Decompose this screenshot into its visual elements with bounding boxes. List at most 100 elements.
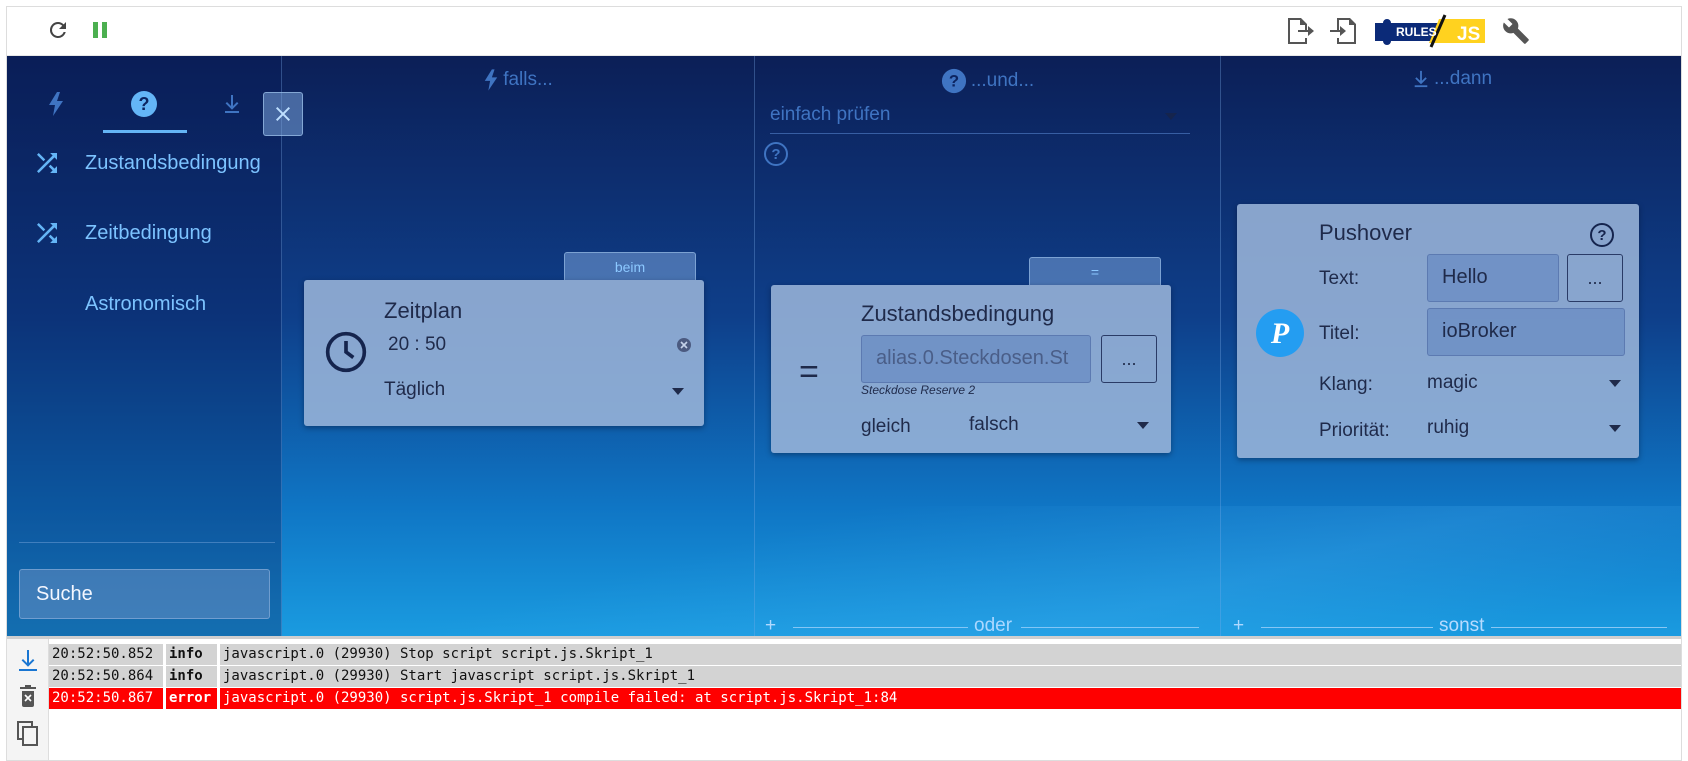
- time-input[interactable]: 20 : 50: [388, 334, 446, 356]
- pushover-logo: P: [1255, 308, 1305, 363]
- lightning-icon: [49, 92, 63, 116]
- clear-log-icon[interactable]: [13, 681, 43, 711]
- compare-value-select[interactable]: falsch: [969, 414, 1019, 436]
- import-icon[interactable]: [1327, 14, 1361, 48]
- svg-text:?: ?: [949, 72, 959, 91]
- footer-sonst-label: sonst: [1439, 615, 1485, 636]
- sidebar-divider: [19, 542, 275, 543]
- log-panel: 20:52:50.852 info javascript.0 (29930) S…: [7, 636, 1681, 760]
- sidebar-tab-conditions[interactable]: ?: [103, 78, 185, 130]
- footer-line-right: [1491, 627, 1667, 628]
- export-icon[interactable]: [1283, 14, 1317, 48]
- trigger-card-zeitplan[interactable]: Zeitplan 20 : 50 Täglich: [304, 280, 704, 426]
- compare-label: gleich: [861, 416, 911, 437]
- column-header-text: falls...: [503, 69, 553, 90]
- download-icon: [225, 95, 239, 113]
- help-icon[interactable]: ?: [763, 141, 789, 172]
- shuffle-icon: [29, 145, 65, 181]
- column-triggers: falls... beim Zeitplan 20 : 50 Täglich: [282, 56, 755, 636]
- scroll-bottom-icon[interactable]: [13, 645, 43, 675]
- text-options-button[interactable]: ...: [1567, 254, 1623, 302]
- toolbar: RULES JS: [7, 7, 1681, 56]
- svg-text:?: ?: [1597, 227, 1606, 244]
- sidebar-item-zeitbedingung[interactable]: Zeitbedingung: [29, 213, 269, 253]
- condition-mode-select[interactable]: einfach prüfen: [770, 102, 1190, 134]
- search-input[interactable]: Suche: [19, 569, 270, 619]
- lightning-icon: [484, 69, 498, 91]
- svg-text:?: ?: [139, 94, 150, 114]
- card-title: Zustandsbedingung: [861, 301, 1055, 326]
- sound-select[interactable]: magic: [1427, 372, 1478, 394]
- clear-time-icon[interactable]: [676, 337, 692, 358]
- text-label: Text:: [1319, 268, 1360, 289]
- log-time: 20:52:50.864: [49, 666, 166, 687]
- log-row: 20:52:50.864 info javascript.0 (29930) S…: [49, 666, 1681, 688]
- sidebar: ? Zustandsbedingung Zeitbedingung Astron…: [7, 56, 282, 636]
- sidebar-item-label: Zeitbedingung: [85, 221, 212, 244]
- trigger-tab-label[interactable]: beim: [564, 252, 696, 280]
- column-header-triggers: falls...: [282, 68, 754, 92]
- footer-line-left: [793, 627, 968, 628]
- rule-editor: ? Zustandsbedingung Zeitbedingung Astron…: [7, 56, 1681, 636]
- sidebar-tab-indicator: [103, 130, 187, 133]
- footer-oder-label: oder: [974, 615, 1013, 636]
- add-or-button[interactable]: +: [765, 615, 776, 636]
- sidebar-item-label: Astronomisch: [85, 292, 207, 315]
- card-title: Zeitplan: [384, 298, 463, 323]
- schedule-select[interactable]: Täglich: [384, 379, 445, 401]
- action-card-pushover[interactable]: P Pushover ? Text: Hello ... Titel: ioBr…: [1237, 204, 1639, 458]
- log-severity: error: [166, 688, 220, 709]
- title-field[interactable]: ioBroker: [1427, 308, 1625, 356]
- condition-tab-label[interactable]: =: [1029, 257, 1161, 285]
- sidebar-tab-actions[interactable]: [191, 78, 273, 130]
- sidebar-item-astronomisch[interactable]: Astronomisch: [29, 284, 269, 324]
- pause-icon[interactable]: [85, 15, 115, 45]
- object-caption: Steckdose Reserve 2: [861, 383, 976, 397]
- reload-icon[interactable]: [43, 15, 73, 45]
- text-field[interactable]: Hello: [1427, 254, 1559, 302]
- chevron-down-icon[interactable]: [1137, 422, 1149, 429]
- wrench-icon[interactable]: [1499, 14, 1533, 48]
- chevron-down-icon[interactable]: [1165, 113, 1177, 120]
- app-window: RULES JS ? Zustandsbedingung Zeitbedingu…: [6, 6, 1682, 761]
- column-conditions: ? ...und... einfach prüfen ? = = Zustand…: [755, 56, 1221, 636]
- log-time: 20:52:50.867: [49, 688, 166, 709]
- condition-card-zustandsbedingung[interactable]: = Zustandsbedingung alias.0.Steckdosen.S…: [771, 285, 1171, 453]
- rules-js-logo: RULES JS: [1373, 13, 1495, 49]
- priority-select[interactable]: ruhig: [1427, 417, 1469, 439]
- column-header-conditions: ? ...und...: [755, 68, 1220, 94]
- svg-text:?: ?: [771, 146, 780, 163]
- footer-line-right: [1021, 627, 1199, 628]
- sidebar-tab-triggers[interactable]: [15, 78, 97, 130]
- footer-line-left: [1261, 627, 1433, 628]
- log-time: 20:52:50.852: [49, 644, 166, 665]
- download-icon: [1414, 70, 1428, 88]
- log-message: javascript.0 (29930) Stop script script.…: [220, 644, 1681, 665]
- add-else-button[interactable]: +: [1233, 615, 1244, 636]
- select-object-button[interactable]: ...: [1101, 335, 1157, 383]
- object-id-field[interactable]: alias.0.Steckdosen.St: [861, 335, 1091, 383]
- card-title: Pushover: [1319, 220, 1412, 245]
- title-label: Titel:: [1319, 323, 1360, 344]
- column-header-text: ...und...: [970, 70, 1035, 91]
- column-header-actions: ...dann: [1221, 68, 1681, 90]
- logo-text-rules: RULES: [1396, 25, 1437, 39]
- chevron-down-icon[interactable]: [672, 388, 684, 395]
- equals-symbol: =: [799, 353, 819, 391]
- question-icon: ?: [131, 91, 157, 117]
- copy-log-icon[interactable]: [13, 719, 43, 749]
- question-icon: ?: [941, 68, 966, 94]
- clock-icon: [324, 330, 368, 379]
- pushover-logo-letter: P: [1270, 317, 1290, 350]
- sound-label: Klang:: [1319, 374, 1373, 395]
- chevron-down-icon[interactable]: [1609, 380, 1621, 387]
- moon-icon: [29, 286, 65, 322]
- log-severity: info: [166, 666, 220, 687]
- shuffle-icon: [29, 215, 65, 251]
- column-header-text: ...dann: [1433, 68, 1493, 89]
- chevron-down-icon[interactable]: [1609, 425, 1621, 432]
- log-message: javascript.0 (29930) Start javascript sc…: [220, 666, 1681, 687]
- help-icon[interactable]: ?: [1589, 222, 1615, 253]
- sidebar-item-zustandsbedingung[interactable]: Zustandsbedingung: [29, 143, 269, 183]
- log-toolbar: [7, 639, 49, 760]
